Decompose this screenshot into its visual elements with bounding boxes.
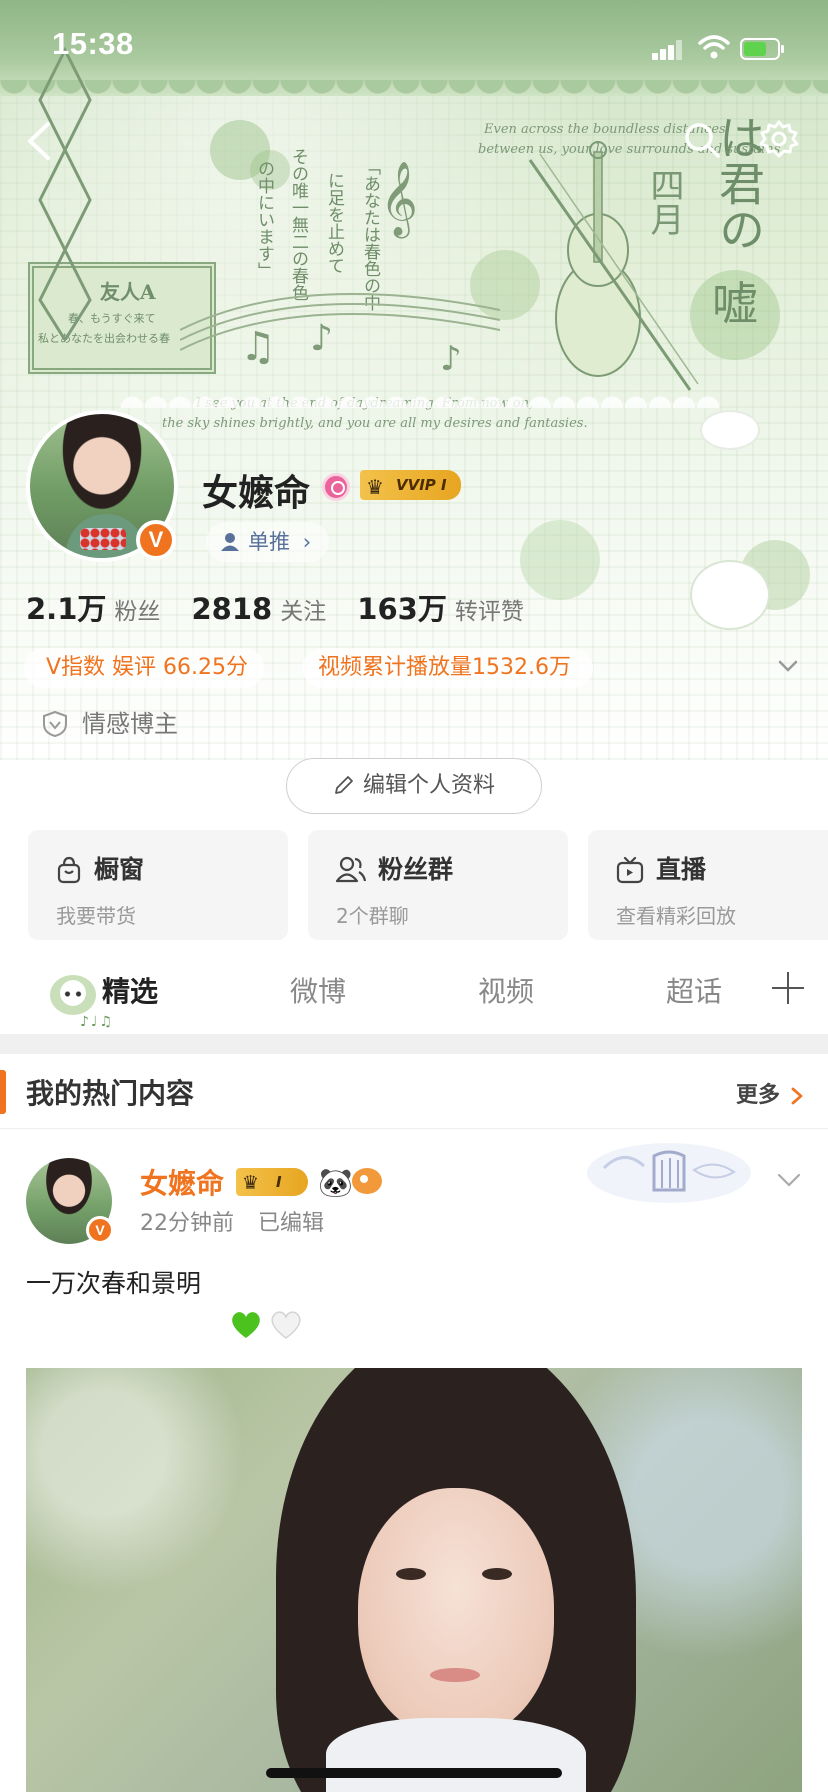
v-index-chip[interactable]: V指数 娱评 66.25分 bbox=[24, 648, 265, 688]
chevron-right-icon: › bbox=[302, 530, 312, 554]
wifi-icon bbox=[698, 35, 730, 59]
stat-value: 2.1万 bbox=[26, 592, 107, 626]
fish-icon bbox=[352, 1168, 382, 1194]
pencil-icon bbox=[335, 776, 353, 794]
crown-icon: ♛ bbox=[366, 475, 384, 499]
tag-pill-label: 单推 bbox=[248, 530, 290, 554]
music-notes-icon: ♪♩♫ bbox=[80, 1014, 115, 1030]
bunny-mascot bbox=[690, 560, 770, 630]
stat-following[interactable]: 2818 关注 bbox=[191, 592, 352, 626]
card-subtitle: 2个群聊 bbox=[336, 904, 409, 928]
post-edited-flag: 已编辑 bbox=[258, 1211, 325, 1236]
white-heart-icon bbox=[271, 1311, 301, 1339]
tab-super-topic[interactable]: 超话 bbox=[666, 968, 722, 1016]
bunny-mascot-small bbox=[700, 410, 760, 450]
card-title: 粉丝群 bbox=[378, 855, 454, 884]
pink-medal-icon[interactable] bbox=[322, 473, 350, 501]
verified-badge: V bbox=[136, 520, 176, 560]
section-accent-bar bbox=[0, 1070, 6, 1114]
post-time: 22分钟前 bbox=[140, 1211, 234, 1236]
stat-label: 粉丝 bbox=[114, 599, 161, 625]
harp-wing-sticker bbox=[587, 1143, 751, 1203]
post-vip-badge[interactable]: ♛ I bbox=[236, 1168, 308, 1196]
post-author-name[interactable]: 女嬷命 bbox=[140, 1164, 224, 1204]
category-label: 情感博主 bbox=[82, 710, 178, 738]
banner-lace-scallop bbox=[0, 80, 828, 108]
card-shop-window[interactable]: 橱窗 我要带货 bbox=[28, 830, 288, 940]
svg-text:♫: ♫ bbox=[240, 324, 276, 370]
green-heart-icon bbox=[232, 1312, 260, 1338]
post-badge-label: I bbox=[276, 1173, 282, 1191]
panda-icon: 🐼 bbox=[318, 1166, 353, 1199]
stat-label: 关注 bbox=[280, 599, 327, 625]
panda-sticker-icon bbox=[50, 975, 96, 1015]
tab-featured[interactable]: 精选 bbox=[102, 968, 158, 1016]
banner-lace-bottom bbox=[120, 382, 720, 408]
post-text: 一万次春和景明 bbox=[26, 1269, 202, 1298]
card-title-row: 粉丝群 bbox=[335, 852, 568, 888]
stat-value: 2818 bbox=[191, 592, 273, 626]
profile-screen: 友人A 春、もうすぐ来て 私とあなたを出会わせる春 その唯一無二の春色 の中にい… bbox=[0, 0, 828, 1792]
tv-icon bbox=[616, 856, 644, 884]
svg-text:𝄞: 𝄞 bbox=[380, 162, 418, 239]
shield-icon bbox=[43, 710, 67, 738]
profile-banner[interactable]: 友人A 春、もうすぐ来て 私とあなたを出会わせる春 その唯一無二の春色 の中にい… bbox=[0, 0, 828, 760]
svg-text:♪: ♪ bbox=[440, 339, 462, 379]
chevron-down-icon[interactable] bbox=[776, 654, 800, 678]
stat-label: 转评赞 bbox=[454, 599, 524, 625]
signal-icon bbox=[652, 40, 682, 60]
vvip-label: VVIP I bbox=[396, 476, 447, 494]
crown-icon: ♛ bbox=[242, 1172, 260, 1194]
section-divider bbox=[0, 1034, 828, 1054]
post-verified-badge: V bbox=[86, 1216, 114, 1244]
card-title: 橱窗 bbox=[94, 855, 145, 884]
home-indicator bbox=[266, 1768, 562, 1778]
add-tab-icon[interactable] bbox=[772, 972, 804, 1004]
edit-profile-button[interactable]: 编辑个人资料 bbox=[286, 758, 542, 814]
gear-icon[interactable] bbox=[757, 118, 801, 162]
bag-icon bbox=[57, 856, 81, 884]
profile-name: 女嬷命 bbox=[202, 473, 311, 514]
stat-value: 163万 bbox=[357, 592, 447, 626]
section-title: 我的热门内容 bbox=[26, 1077, 195, 1110]
card-title-row: 直播 bbox=[616, 852, 828, 888]
tab-video[interactable]: 视频 bbox=[478, 968, 534, 1016]
category-row[interactable]: 情感博主 bbox=[42, 706, 178, 742]
profile-stats: 2.1万 粉丝 2818 关注 163万 转评赞 bbox=[26, 586, 550, 626]
card-title: 直播 bbox=[656, 855, 707, 884]
tag-pill-button[interactable]: 单推 › bbox=[206, 522, 330, 562]
edit-profile-label: 编辑个人资料 bbox=[362, 773, 495, 798]
post-image[interactable] bbox=[26, 1368, 802, 1792]
card-live[interactable]: 直播 查看精彩回放 bbox=[588, 830, 828, 940]
card-fan-groups[interactable]: 粉丝群 2个群聊 bbox=[308, 830, 568, 940]
divider bbox=[0, 1128, 828, 1129]
video-plays-chip[interactable]: 视频累计播放量1532.6万 bbox=[302, 648, 593, 688]
tab-weibo[interactable]: 微博 bbox=[290, 968, 346, 1016]
ribbon-chain-deco bbox=[38, 46, 92, 340]
person-icon bbox=[221, 533, 239, 551]
post-meta: 22分钟前 已编辑 bbox=[140, 1208, 324, 1240]
card-title-row: 橱窗 bbox=[56, 852, 288, 888]
banner-cursive-bottom-2: the sky shines brightly, and you are all… bbox=[162, 416, 588, 431]
svg-text:♪: ♪ bbox=[310, 318, 333, 359]
search-icon[interactable] bbox=[682, 120, 722, 160]
stat-likes[interactable]: 163万 转评赞 bbox=[357, 592, 550, 626]
chevron-down-icon[interactable] bbox=[776, 1170, 802, 1190]
card-subtitle: 我要带货 bbox=[56, 904, 136, 928]
group-icon bbox=[335, 856, 367, 883]
card-subtitle: 查看精彩回放 bbox=[616, 904, 736, 928]
back-icon[interactable] bbox=[20, 116, 60, 166]
music-notes-illustration: 𝄞 ♫ ♪ ♪ bbox=[180, 162, 500, 379]
more-link[interactable]: 更多 bbox=[736, 1078, 780, 1114]
battery-icon bbox=[740, 38, 784, 60]
status-time: 15:38 bbox=[52, 26, 134, 61]
chevron-right-icon[interactable] bbox=[788, 1086, 806, 1106]
stat-fans[interactable]: 2.1万 粉丝 bbox=[26, 592, 186, 626]
violin-illustration bbox=[528, 141, 699, 391]
vvip-badge[interactable]: ♛ VVIP I bbox=[360, 470, 461, 500]
